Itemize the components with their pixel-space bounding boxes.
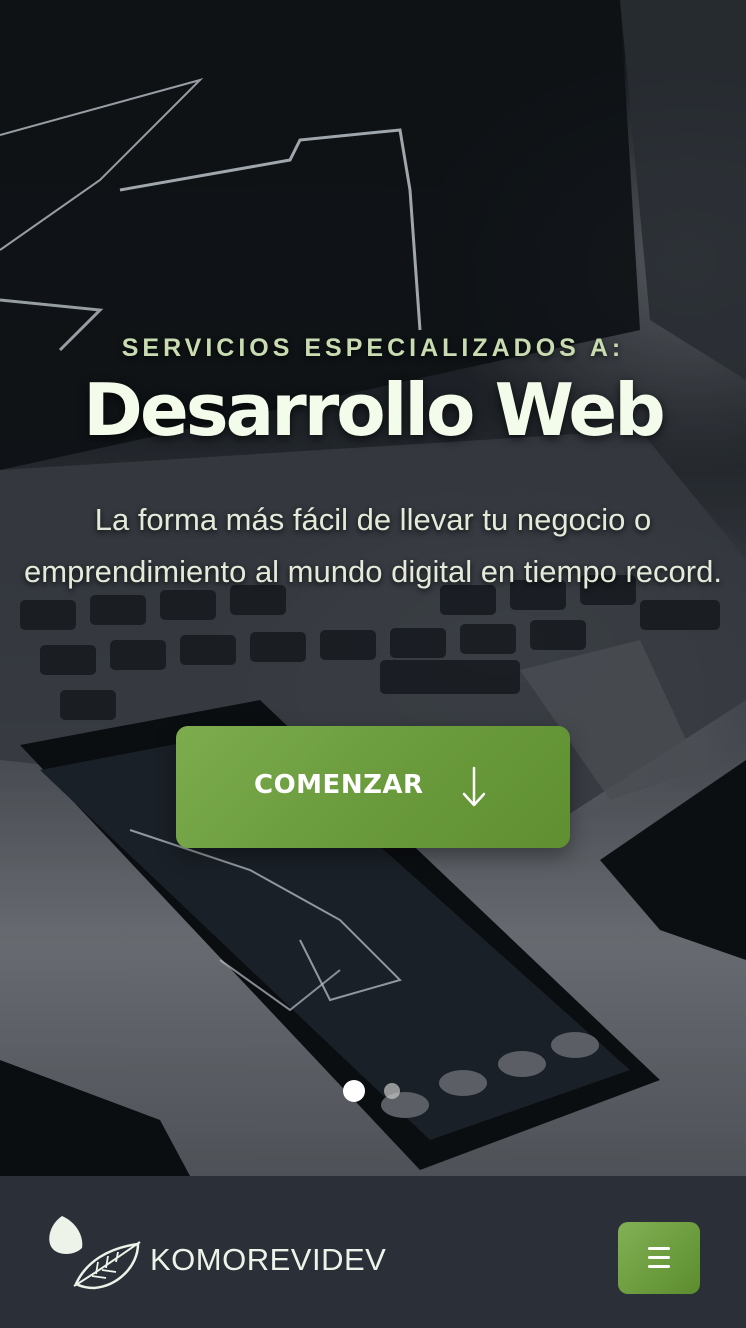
slide-dot-2[interactable] (384, 1083, 400, 1099)
leaf-icon (44, 1214, 144, 1294)
start-button-label: COMENZAR (254, 770, 424, 800)
hero-subtitle: La forma más fácil de llevar tu negocio … (24, 502, 722, 589)
hero-section: SERVICIOS ESPECIALIZADOS A: Desarrollo W… (0, 0, 746, 1176)
slide-dot-1[interactable] (343, 1080, 365, 1102)
arrow-down-icon (462, 766, 486, 812)
start-button[interactable]: COMENZAR (176, 726, 570, 848)
hero-eyebrow: SERVICIOS ESPECIALIZADOS A: (121, 334, 625, 362)
brand-name: KOMOREVIDEV (150, 1242, 387, 1277)
brand-logo[interactable]: KOMOREVIDEV (44, 1214, 386, 1290)
menu-button[interactable] (618, 1222, 700, 1294)
bottom-navbar: KOMOREVIDEV (0, 1176, 746, 1328)
hero-title: Desarrollo Web (83, 368, 666, 452)
